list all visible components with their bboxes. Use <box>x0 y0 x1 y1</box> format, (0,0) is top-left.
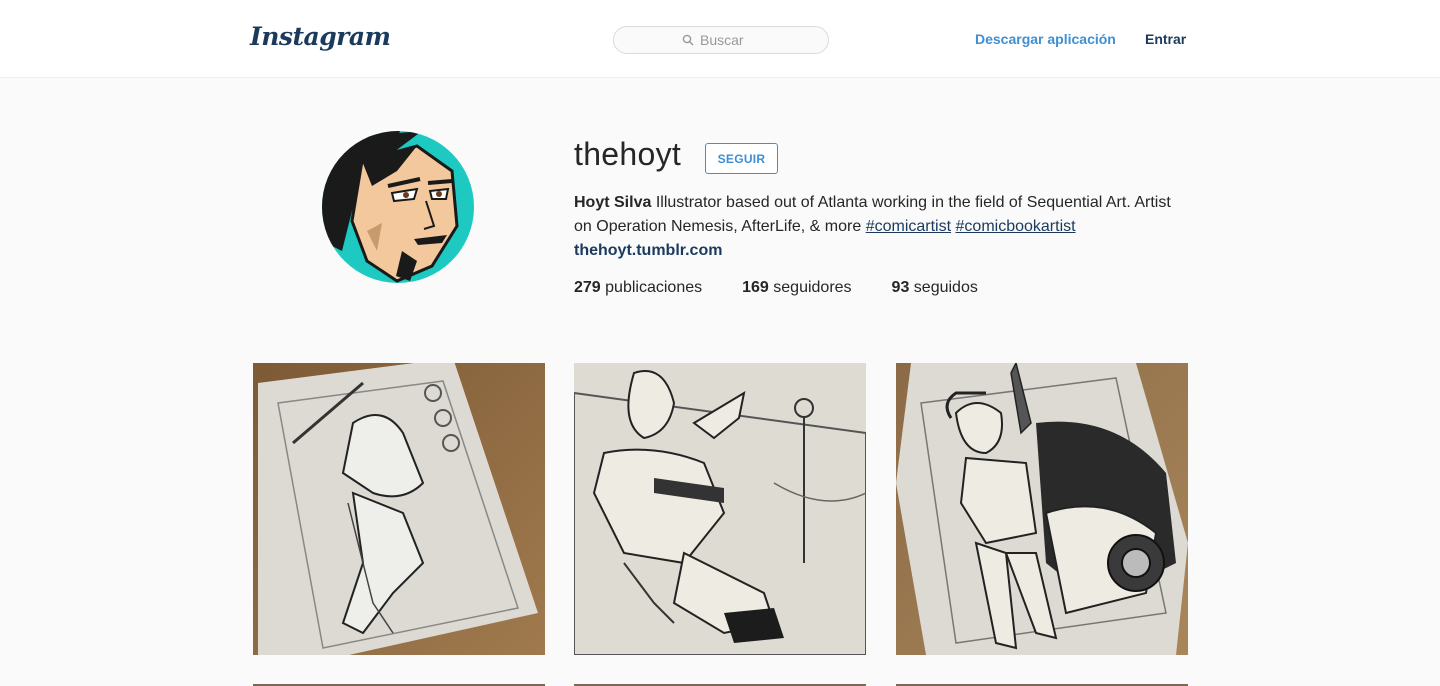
post-thumbnail[interactable] <box>253 363 545 655</box>
search-input[interactable] <box>700 32 760 48</box>
post-image <box>896 363 1188 655</box>
profile-website-link[interactable]: thehoyt.tumblr.com <box>574 239 1174 263</box>
following-label: seguidos <box>913 279 978 296</box>
top-navigation-bar: Instagram Descargar aplicación Entrar <box>0 0 1440 78</box>
followers-stat[interactable]: 169 seguidores <box>742 279 851 297</box>
posts-count: 279 <box>574 279 601 296</box>
follow-button[interactable]: SEGUIR <box>705 143 778 174</box>
profile-full-name: Hoyt Silva <box>574 194 652 211</box>
login-link[interactable]: Entrar <box>1145 31 1186 47</box>
hashtag-link[interactable]: #comicartist <box>866 218 951 235</box>
post-image <box>253 363 545 655</box>
post-image <box>574 363 866 655</box>
followers-count: 169 <box>742 279 769 296</box>
profile-bio: Hoyt Silva Illustrator based out of Atla… <box>574 191 1174 263</box>
download-app-link[interactable]: Descargar aplicación <box>975 31 1116 47</box>
following-stat[interactable]: 93 seguidos <box>892 279 978 297</box>
followers-label: seguidores <box>773 279 852 296</box>
profile-avatar[interactable] <box>322 131 474 283</box>
posts-stat: 279 publicaciones <box>574 279 702 297</box>
posts-label: publicaciones <box>605 279 703 296</box>
instagram-logo[interactable]: Instagram <box>250 22 391 51</box>
profile-stats: 279 publicaciones 169 seguidores 93 segu… <box>574 279 1018 297</box>
post-thumbnail[interactable] <box>896 363 1188 655</box>
post-thumbnail[interactable] <box>574 363 866 655</box>
hashtag-link[interactable]: #comicbookartist <box>956 218 1076 235</box>
search-icon <box>682 34 694 46</box>
profile-username: thehoyt <box>574 136 682 172</box>
following-count: 93 <box>891 279 910 296</box>
avatar-illustration <box>322 131 474 283</box>
search-box[interactable] <box>613 26 829 54</box>
